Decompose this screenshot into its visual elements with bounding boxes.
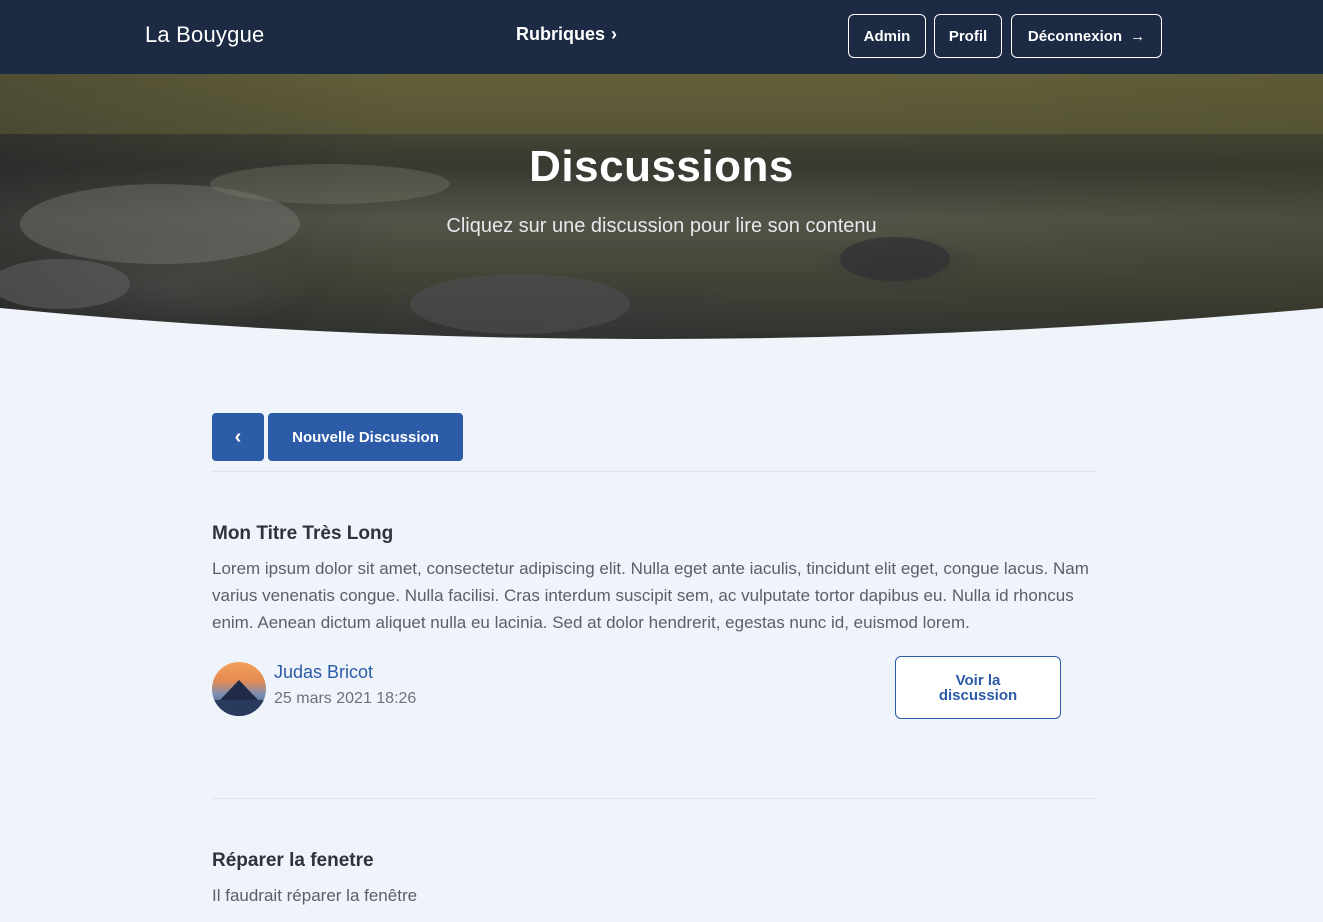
avatar-mountain-image [212, 680, 266, 716]
navbar: La Bouygue Rubriques › Admin Profil Déco… [0, 0, 1323, 74]
author-row: Judas Bricot 25 mars 2021 18:26 Voir la … [212, 656, 1096, 724]
arrow-right-icon: → [1130, 27, 1146, 45]
page-title: Discussions [529, 142, 794, 191]
view-discussion-button[interactable]: Voir la discussion [895, 656, 1061, 719]
profil-button[interactable]: Profil [934, 14, 1002, 58]
discussion-toolbar: ‹ Nouvelle Discussion [212, 413, 463, 461]
discussion-title: Mon Titre Très Long [212, 523, 394, 544]
page-subtitle: Cliquez sur une discussion pour lire son… [446, 215, 877, 237]
new-discussion-label: Nouvelle Discussion [292, 428, 439, 446]
hero-curve-divider [0, 308, 1323, 340]
chevron-right-icon: › [611, 24, 618, 44]
profil-label: Profil [948, 27, 988, 45]
author-name[interactable]: Judas Bricot [274, 662, 373, 683]
divider [212, 798, 1096, 799]
discussion-excerpt: Il faudrait réparer la fenêtre [212, 886, 418, 905]
post-date: 25 mars 2021 18:26 [274, 690, 417, 707]
admin-label: Admin [863, 27, 911, 45]
view-discussion-label: Voir la discussion [938, 671, 1018, 704]
discussion-item: Réparer la fenetre Il faudrait réparer l… [212, 850, 1096, 909]
discussion-title: Réparer la fenetre [212, 850, 374, 871]
avatar [212, 662, 266, 716]
discussion-excerpt: Lorem ipsum dolor sit amet, consectetur … [212, 559, 1089, 632]
rubriques-menu[interactable]: Rubriques › [516, 24, 617, 45]
logout-label: Déconnexion [1027, 27, 1123, 45]
back-button[interactable]: ‹ [212, 413, 264, 461]
chevron-left-icon: ‹ [234, 425, 242, 448]
discussion-item: Mon Titre Très Long Lorem ipsum dolor si… [212, 523, 1096, 724]
logout-button[interactable]: Déconnexion → [1011, 14, 1162, 58]
admin-button[interactable]: Admin [848, 14, 926, 58]
rubriques-label: Rubriques [516, 24, 606, 44]
new-discussion-button[interactable]: Nouvelle Discussion [268, 413, 463, 461]
brand-logo-text[interactable]: La Bouygue [145, 22, 264, 48]
divider [212, 471, 1096, 472]
